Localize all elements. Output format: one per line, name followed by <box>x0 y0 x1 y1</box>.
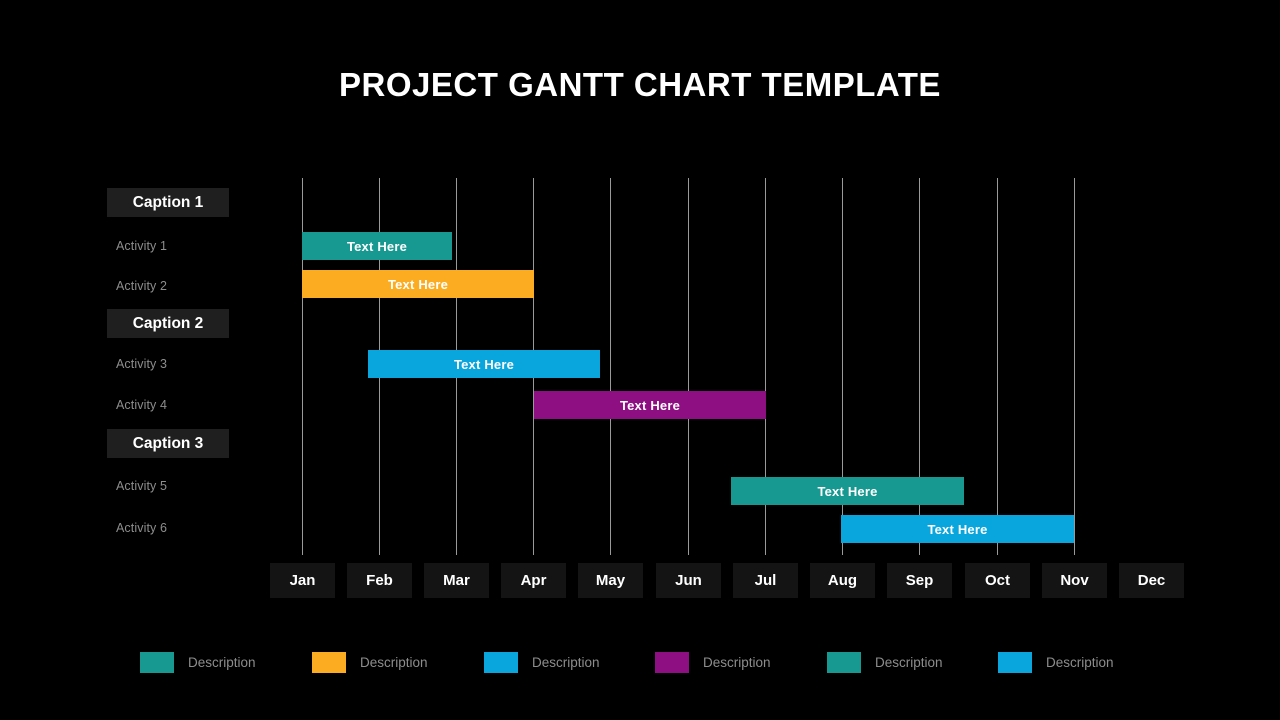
page-title: PROJECT GANTT CHART TEMPLATE <box>339 66 941 103</box>
month-label-jul[interactable]: Jul <box>733 563 798 598</box>
gridline-nov <box>1074 178 1075 555</box>
gantt-bar-activity-2[interactable]: Text Here <box>302 270 534 298</box>
legend-label: Description <box>360 655 428 670</box>
activity-label-3: Activity 3 <box>116 357 168 371</box>
legend-item-5[interactable]: Description <box>827 652 943 673</box>
month-label-jun[interactable]: Jun <box>656 563 721 598</box>
legend-label: Description <box>875 655 943 670</box>
caption-box-1[interactable]: Caption 1 <box>107 188 229 217</box>
caption-box-2[interactable]: Caption 2 <box>107 309 229 338</box>
activity-label-4: Activity 4 <box>116 398 168 412</box>
gridline-jun <box>688 178 689 555</box>
legend-item-1[interactable]: Description <box>140 652 256 673</box>
gantt-chart-slide: PROJECT GANTT CHART TEMPLATE Caption 1 Ca… <box>0 0 1280 720</box>
legend-item-2[interactable]: Description <box>312 652 428 673</box>
gridline-oct <box>997 178 998 555</box>
month-label-nov[interactable]: Nov <box>1042 563 1107 598</box>
month-label-aug[interactable]: Aug <box>810 563 875 598</box>
activity-label-2: Activity 2 <box>116 279 168 293</box>
activity-label-6: Activity 6 <box>116 521 168 535</box>
caption-box-3[interactable]: Caption 3 <box>107 429 229 458</box>
gantt-bar-label: Text Here <box>619 397 681 413</box>
month-label-jan[interactable]: Jan <box>270 563 335 598</box>
activity-label-5: Activity 5 <box>116 479 168 493</box>
gantt-bar-activity-1[interactable]: Text Here <box>302 232 452 260</box>
gantt-bar-activity-5[interactable]: Text Here <box>731 477 964 505</box>
legend-item-6[interactable]: Description <box>998 652 1114 673</box>
month-label-oct[interactable]: Oct <box>965 563 1030 598</box>
month-label-mar[interactable]: Mar <box>424 563 489 598</box>
legend-swatch-icon <box>998 652 1032 673</box>
legend-swatch-icon <box>140 652 174 673</box>
gantt-bar-label: Text Here <box>453 356 515 372</box>
legend-label: Description <box>1046 655 1114 670</box>
legend-item-3[interactable]: Description <box>484 652 600 673</box>
legend-swatch-icon <box>655 652 689 673</box>
month-label-apr[interactable]: Apr <box>501 563 566 598</box>
month-label-dec[interactable]: Dec <box>1119 563 1184 598</box>
month-label-may[interactable]: May <box>578 563 643 598</box>
legend-label: Description <box>703 655 771 670</box>
gantt-bar-activity-4[interactable]: Text Here <box>534 391 766 419</box>
legend-swatch-icon <box>484 652 518 673</box>
month-label-sep[interactable]: Sep <box>887 563 952 598</box>
gantt-bar-label: Text Here <box>927 521 988 537</box>
gantt-bar-activity-3[interactable]: Text Here <box>368 350 600 378</box>
gantt-bar-activity-6[interactable]: Text Here <box>841 515 1074 543</box>
legend-label: Description <box>188 655 256 670</box>
activity-label-1: Activity 1 <box>116 239 168 253</box>
legend-item-4[interactable]: Description <box>655 652 771 673</box>
legend-swatch-icon <box>827 652 861 673</box>
gantt-bar-label: Text Here <box>346 238 408 254</box>
month-label-feb[interactable]: Feb <box>347 563 412 598</box>
gantt-bar-label: Text Here <box>387 276 449 292</box>
legend-swatch-icon <box>312 652 346 673</box>
gantt-bar-label: Text Here <box>817 483 878 499</box>
legend-label: Description <box>532 655 600 670</box>
gridline-may <box>610 178 611 555</box>
